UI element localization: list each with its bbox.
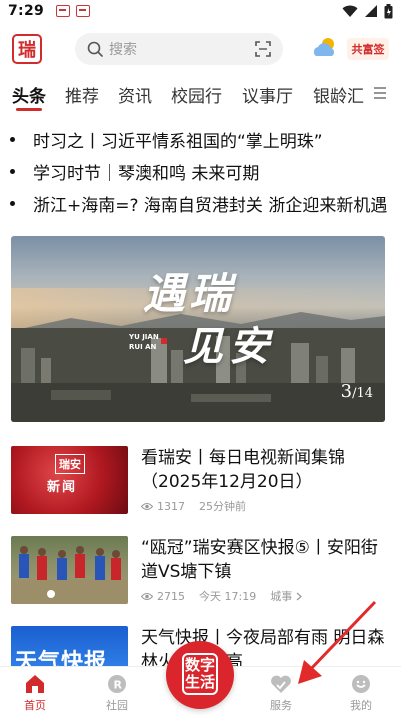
banner-pinyin-line: YU JIAN bbox=[129, 333, 159, 341]
headline-text: 浙江+海南=? 海南自贸港封关 浙企迎来新机遇 bbox=[33, 195, 388, 216]
nav-label: 社园 bbox=[106, 699, 128, 712]
nav-label: 我的 bbox=[350, 699, 372, 712]
news-time: 今天 17:19 bbox=[199, 590, 257, 603]
bullet-dot bbox=[10, 168, 15, 174]
search-bar[interactable]: 搜索 bbox=[75, 33, 283, 65]
status-bar: 7:29 bbox=[0, 0, 401, 22]
news-meta: 1317 25分钟前 bbox=[141, 498, 246, 514]
app-logo[interactable]: 瑞 bbox=[12, 34, 42, 64]
svg-text:R: R bbox=[114, 679, 123, 692]
bullet-dot bbox=[10, 136, 15, 142]
wifi-icon bbox=[342, 5, 358, 17]
hero-banner[interactable]: 遇瑞 见安 YU JIAN RUI AN 3/14 bbox=[11, 236, 385, 422]
news-item[interactable]: “瓯冠”瑞安赛区快报⑤丨安阳街道VS塘下镇 2715 今天 17:19 城事 bbox=[11, 536, 385, 606]
soccer-photo bbox=[11, 546, 128, 604]
signal-icon bbox=[365, 5, 377, 17]
tab-headline[interactable]: 头条 bbox=[12, 82, 46, 107]
community-icon: R bbox=[108, 675, 126, 693]
news-thumbnail bbox=[11, 536, 128, 604]
news-views: 2715 bbox=[157, 589, 185, 603]
nav-home[interactable]: 首页 bbox=[10, 673, 60, 713]
headline-text: 学习时节｜琴澳和鸣 未来可期 bbox=[33, 163, 260, 184]
scan-icon[interactable] bbox=[255, 41, 271, 57]
tab-news[interactable]: 资讯 bbox=[118, 82, 152, 107]
service-icon bbox=[271, 675, 291, 693]
battery-icon bbox=[384, 3, 393, 18]
news-source[interactable]: 城事 bbox=[270, 588, 292, 604]
banner-pinyin: YU JIAN RUI AN bbox=[129, 332, 159, 352]
nav-label: 首页 bbox=[24, 699, 46, 712]
news-thumbnail: 瑞安 新闻 bbox=[11, 446, 128, 514]
banner-calligraphy-top: 遇瑞 bbox=[143, 269, 236, 318]
notification-icons bbox=[56, 5, 91, 17]
headline-item[interactable]: 浙江+海南=? 海南自贸港封关 浙企迎来新机遇 bbox=[10, 190, 390, 216]
pager-current: 3 bbox=[340, 381, 353, 402]
news-item[interactable]: 瑞安 新闻 看瑞安丨每日电视新闻集锦（2025年12月20日） 1317 25分… bbox=[11, 446, 385, 516]
banner-seal bbox=[161, 338, 167, 344]
brand-badge[interactable]: 共富签 bbox=[347, 38, 389, 60]
home-icon bbox=[26, 675, 44, 693]
headline-item[interactable]: 学习时节｜琴澳和鸣 未来可期 bbox=[10, 158, 390, 184]
news-title: 看瑞安丨每日电视新闻集锦（2025年12月20日） bbox=[141, 448, 345, 492]
news-views: 1317 bbox=[157, 499, 185, 513]
nav-community[interactable]: R 社园 bbox=[92, 673, 142, 713]
tab-campus[interactable]: 校园行 bbox=[171, 82, 222, 107]
active-tab-indicator bbox=[16, 108, 42, 111]
news-meta: 2715 今天 17:19 城事 bbox=[141, 588, 303, 604]
app-notification-icon bbox=[56, 5, 71, 17]
status-time: 7:29 bbox=[8, 3, 45, 19]
thumb-label: 新闻 bbox=[47, 480, 78, 495]
digital-life-button[interactable]: 数字生活 bbox=[166, 641, 234, 709]
eye-icon bbox=[141, 592, 153, 600]
top-header: 瑞 搜索 共富签 bbox=[0, 26, 401, 70]
search-placeholder: 搜索 bbox=[109, 42, 137, 58]
banner-pager: 3/14 bbox=[341, 381, 373, 402]
eye-icon bbox=[141, 502, 153, 510]
tab-council[interactable]: 议事厅 bbox=[242, 82, 293, 107]
banner-calligraphy-bottom: 见安 bbox=[183, 323, 275, 370]
nav-label: 服务 bbox=[270, 699, 292, 712]
digital-life-label: 数字生活 bbox=[182, 653, 218, 695]
search-icon bbox=[87, 41, 103, 57]
banner-pinyin-line: RUI AN bbox=[129, 343, 157, 351]
weather-icon[interactable] bbox=[310, 36, 340, 60]
bullet-dot bbox=[10, 200, 15, 206]
category-tabs: 头条 推荐 资讯 校园行 议事厅 银龄汇 bbox=[0, 80, 401, 111]
tab-recommend[interactable]: 推荐 bbox=[65, 82, 99, 107]
pager-total: /14 bbox=[352, 386, 373, 401]
annotation-arrow-icon bbox=[298, 600, 377, 684]
headline-item[interactable]: 时习之丨习近平情系祖国的“掌上明珠” bbox=[10, 126, 390, 152]
headline-text: 时习之丨习近平情系祖国的“掌上明珠” bbox=[33, 131, 323, 152]
app-notification-icon bbox=[76, 5, 91, 17]
menu-icon[interactable] bbox=[373, 86, 387, 100]
news-title: “瓯冠”瑞安赛区快报⑤丨安阳街道VS塘下镇 bbox=[141, 538, 378, 582]
news-time: 25分钟前 bbox=[199, 500, 246, 513]
thumb-label: 瑞安 bbox=[55, 454, 85, 474]
tab-seniors[interactable]: 银龄汇 bbox=[313, 82, 364, 107]
